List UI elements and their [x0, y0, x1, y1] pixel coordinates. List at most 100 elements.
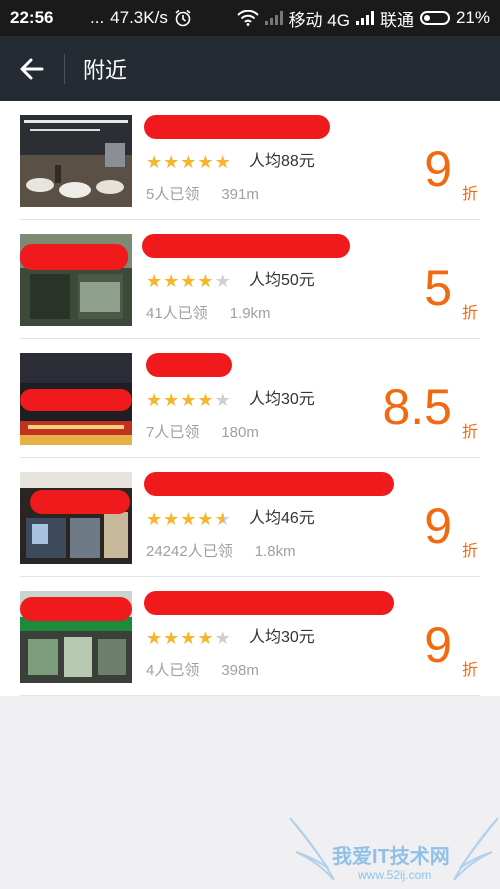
star-full-icon: ★	[146, 390, 163, 410]
wifi-icon	[236, 10, 259, 26]
rating-stars: ★ ★ ★ ★ ★	[146, 508, 231, 530]
claim-info: 7人已领 180m	[146, 423, 259, 443]
signal-icon-2	[355, 11, 374, 25]
back-button[interactable]	[0, 36, 64, 101]
discount-value: 9	[424, 141, 452, 197]
network-speed: 47.3K/s	[110, 8, 168, 27]
watermark-title: 我爱IT技术网	[332, 846, 450, 868]
discount-value: 5	[424, 260, 452, 316]
discount-unit: 折	[461, 543, 478, 560]
shop-thumbnail	[20, 591, 132, 683]
distance: 180m	[221, 424, 259, 441]
redacted-shop-name	[142, 234, 350, 258]
header-divider	[64, 53, 65, 84]
star-full-icon: ★	[180, 390, 197, 410]
redacted-shop-name	[144, 472, 394, 496]
arrow-left-icon	[20, 58, 44, 79]
redacted-shop-name	[144, 115, 330, 139]
redacted-shop-name	[146, 353, 232, 377]
star-full-icon: ★	[197, 152, 214, 172]
rating-stars: ★ ★ ★ ★ ★	[146, 151, 231, 173]
star-half-icon: ★	[214, 509, 231, 529]
star-full-icon: ★	[197, 390, 214, 410]
star-full-icon: ★	[180, 271, 197, 291]
battery-icon	[419, 11, 450, 25]
claimed-count: 7人已领	[146, 424, 200, 441]
signal-icon-1	[264, 11, 283, 25]
list-item[interactable]: ★ ★ ★ ★ ★ 人均30元 7人已领 180m 8.5 折	[0, 339, 500, 458]
average-price: 人均30元	[249, 629, 315, 646]
star-full-icon: ★	[197, 271, 214, 291]
rating-stars: ★ ★ ★ ★ ★	[146, 627, 231, 649]
distance: 1.8km	[254, 543, 296, 560]
claimed-count: 5人已领	[146, 186, 200, 203]
rating-stars: ★ ★ ★ ★ ★	[146, 270, 231, 292]
nearby-list: ★ ★ ★ ★ ★ 人均88元 5人已领 391m 9 折 ★ ★ ★ ★ ★ …	[0, 101, 500, 696]
discount-unit: 折	[461, 662, 478, 679]
discount-unit: 折	[461, 305, 478, 322]
distance: 398m	[221, 662, 259, 679]
redacted-sign	[20, 244, 128, 270]
page-title: 附近	[83, 57, 128, 83]
redacted-shop-name	[144, 591, 394, 615]
average-price: 人均46元	[249, 510, 315, 527]
star-full-icon: ★	[146, 152, 163, 172]
star-full-icon: ★	[146, 509, 163, 529]
discount-value: 9	[424, 617, 452, 673]
list-item[interactable]: ★ ★ ★ ★ ★ 人均50元 41人已领 1.9km 5 折	[0, 220, 500, 339]
carrier-2: 联通	[379, 10, 414, 30]
list-item[interactable]: ★ ★ ★ ★ ★ 人均88元 5人已领 391m 9 折	[0, 101, 500, 220]
star-full-icon: ★	[197, 628, 214, 648]
star-empty-icon: ★	[214, 271, 231, 291]
redacted-sign	[20, 597, 132, 621]
star-full-icon: ★	[163, 628, 180, 648]
claim-info: 24242人已领 1.8km	[146, 542, 296, 562]
status-time: 22:56	[10, 8, 54, 27]
divider	[20, 695, 480, 696]
redacted-sign	[20, 389, 132, 411]
discount-value: 8.5	[382, 379, 452, 435]
star-empty-icon: ★	[214, 628, 231, 648]
star-full-icon: ★	[163, 509, 180, 529]
claim-info: 4人已领 398m	[146, 661, 259, 681]
star-full-icon: ★	[163, 271, 180, 291]
battery-percent: 21%	[455, 8, 490, 27]
list-item[interactable]: ★ ★ ★ ★ ★ 人均30元 4人已领 398m 9 折	[0, 577, 500, 696]
list-item[interactable]: ★ ★ ★ ★ ★ 人均46元 24242人已领 1.8km 9 折	[0, 458, 500, 577]
claimed-count: 24242人已领	[146, 543, 233, 560]
carrier-1: 移动 4G	[288, 10, 350, 30]
star-full-icon: ★	[163, 152, 180, 172]
average-price: 人均30元	[249, 391, 315, 408]
star-full-icon: ★	[180, 152, 197, 172]
discount-unit: 折	[461, 424, 478, 441]
star-full-icon: ★	[197, 509, 214, 529]
claim-info: 5人已领 391m	[146, 185, 259, 205]
average-price: 人均88元	[249, 153, 315, 170]
distance: 391m	[221, 186, 259, 203]
star-full-icon: ★	[163, 390, 180, 410]
alarm-icon	[175, 9, 191, 27]
site-watermark: 我爱IT技术网 www.52ij.com	[288, 810, 500, 889]
distance: 1.9km	[229, 305, 271, 322]
shop-thumbnail	[20, 353, 132, 445]
rating-stars: ★ ★ ★ ★ ★	[146, 389, 231, 411]
star-full-icon: ★	[146, 628, 163, 648]
watermark-url: www.52ij.com	[358, 868, 432, 882]
star-empty-icon: ★	[214, 390, 231, 410]
star-full-icon: ★	[180, 509, 197, 529]
star-full-icon: ★	[214, 152, 231, 172]
shop-thumbnail	[20, 472, 132, 564]
shop-thumbnail	[20, 234, 132, 326]
claim-info: 41人已领 1.9km	[146, 304, 271, 324]
star-full-icon: ★	[180, 628, 197, 648]
shop-thumbnail	[20, 115, 132, 207]
claimed-count: 4人已领	[146, 662, 200, 679]
redacted-sign	[30, 490, 130, 514]
average-price: 人均50元	[249, 272, 315, 289]
claimed-count: 41人已领	[146, 305, 208, 322]
app-header: 附近	[0, 36, 500, 101]
star-full-icon: ★	[146, 271, 163, 291]
status-dots: ...	[90, 8, 105, 27]
discount-value: 9	[424, 498, 452, 554]
discount-unit: 折	[461, 186, 478, 203]
